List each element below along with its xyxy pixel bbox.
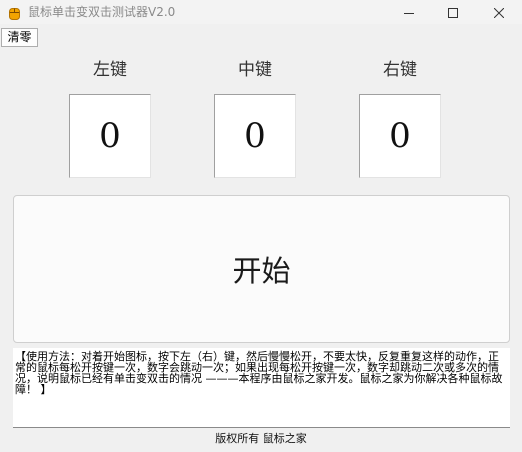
left-counter-box: 0 (69, 94, 151, 178)
app-window: 鼠标单击变双击测试器V2.0 清零 左键 中键 右键 0 0 0 开始 【使用方… (0, 0, 522, 452)
minimize-button[interactable] (386, 0, 432, 24)
start-button-label: 开始 (232, 254, 291, 288)
instructions-textbox[interactable]: 【使用方法：对着开始图标，按下左（右）键，然后慢慢松开，不要太快，反复重复这样的… (13, 348, 510, 428)
right-counter-box: 0 (359, 94, 441, 178)
app-icon (9, 5, 20, 20)
start-button[interactable]: 开始 (13, 195, 510, 343)
right-key-label: 右键 (383, 60, 417, 80)
title-bar[interactable]: 鼠标单击变双击测试器V2.0 (0, 0, 522, 24)
left-counter-value: 0 (99, 116, 121, 156)
clear-button[interactable]: 清零 (1, 28, 38, 47)
window-title: 鼠标单击变双击测试器V2.0 (28, 5, 176, 19)
close-button[interactable] (476, 0, 522, 24)
close-icon (493, 3, 505, 22)
middle-counter-box: 0 (214, 94, 296, 178)
minimize-icon (404, 3, 414, 22)
right-counter-value: 0 (389, 116, 411, 156)
maximize-icon (448, 3, 458, 22)
instructions-text: 【使用方法：对着开始图标，按下左（右）键，然后慢慢松开，不要太快，反复重复这样的… (15, 350, 503, 396)
middle-counter-value: 0 (244, 116, 266, 156)
copyright-footer: 版权所有 鼠标之家 (215, 432, 307, 445)
left-key-label: 左键 (93, 60, 127, 80)
maximize-button[interactable] (430, 0, 476, 24)
middle-key-label: 中键 (238, 60, 272, 80)
